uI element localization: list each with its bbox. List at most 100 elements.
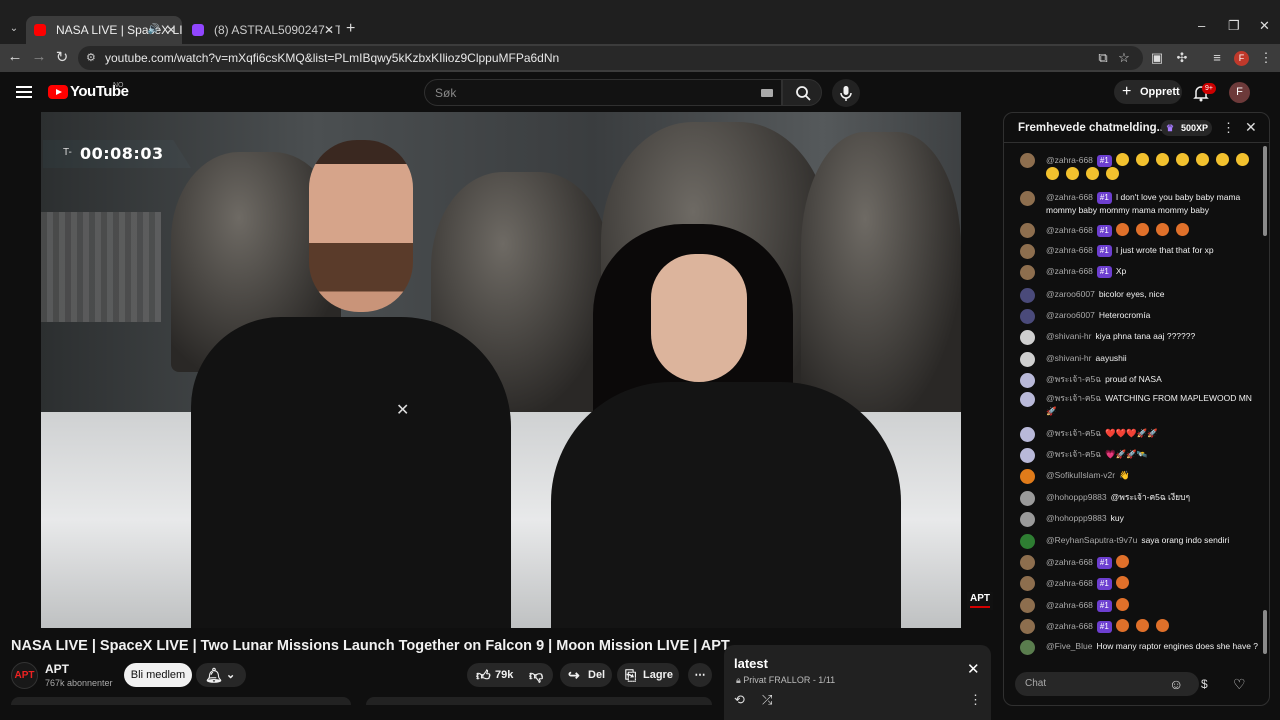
extensions-puzzle-icon[interactable]: ✣ [1173, 50, 1191, 66]
chat-author-name[interactable]: @Five_Blue [1046, 641, 1092, 651]
chat-author-avatar[interactable] [1020, 153, 1035, 168]
chat-author-name[interactable]: @hohoppp9883 [1046, 513, 1107, 523]
chat-author-name[interactable]: @shivani-hr [1046, 353, 1091, 363]
chat-author-name[interactable]: @SofikulIslam-v2r [1046, 470, 1115, 480]
new-tab-button[interactable]: + [346, 20, 355, 38]
dislike-icon[interactable]: 👎︎ [529, 663, 543, 687]
like-icon[interactable]: 👍︎ [476, 663, 491, 687]
chat-author-avatar[interactable] [1020, 576, 1035, 591]
account-avatar[interactable]: F [1229, 82, 1250, 103]
keyboard-icon[interactable] [761, 89, 773, 97]
speaker-icon[interactable]: 🔊 [148, 16, 160, 44]
chat-author-name[interactable]: @shivani-hr [1046, 331, 1091, 341]
chat-author-name[interactable]: @zahra-668 [1046, 225, 1093, 235]
close-chat-icon[interactable]: ✕ [1245, 119, 1257, 136]
chat-author-avatar[interactable] [1020, 491, 1035, 506]
bookmark-star-icon[interactable]: ☆ [1115, 50, 1133, 66]
chat-author-name[interactable]: @ReyhanSaputra-t9v7u [1046, 535, 1137, 545]
subscribe-bell-dropdown[interactable]: 🔔︎ ⌄ [196, 663, 246, 687]
chat-author-avatar[interactable] [1020, 512, 1035, 527]
like-count[interactable]: 79k [495, 663, 513, 687]
chevron-down-icon[interactable]: ⌄ [1148, 121, 1157, 134]
chat-author-name[interactable]: @zahra-668 [1046, 621, 1093, 631]
chat-author-avatar[interactable] [1020, 555, 1035, 570]
chat-author-name[interactable]: @zaroo6007 [1046, 310, 1095, 320]
tab-youtube[interactable]: NASA LIVE | SpaceX LIVE | T 🔊 ✕ [26, 16, 182, 44]
chat-author-name[interactable]: @hohoppp9883 [1046, 492, 1107, 502]
chat-scrollbar-lower[interactable] [1263, 610, 1267, 654]
more-actions-button[interactable]: ⋯ [688, 663, 712, 687]
chat-author-avatar[interactable] [1020, 619, 1035, 634]
chat-author-avatar[interactable] [1020, 598, 1035, 613]
tab-search-icon[interactable]: ⌄ [6, 20, 22, 38]
restore-button[interactable]: ❐ [1228, 18, 1240, 34]
search-button[interactable] [782, 79, 822, 106]
chat-author-name[interactable]: @zahra-668 [1046, 557, 1093, 567]
chat-author-name[interactable]: @พระเจ้า-ค5ฉ [1046, 428, 1101, 438]
video-player[interactable]: ✕ T- 00:08:03 [41, 112, 961, 628]
hamburger-menu-icon[interactable] [16, 86, 32, 98]
emoji-icon[interactable]: ☺ [1169, 676, 1183, 692]
install-app-icon[interactable]: ⧉ [1094, 50, 1112, 66]
chat-author-avatar[interactable] [1020, 448, 1035, 463]
chat-author-avatar[interactable] [1020, 352, 1035, 367]
xp-badge[interactable]: 500XP [1161, 120, 1213, 136]
chat-mode-title[interactable]: Fremhevede chatmelding... [1018, 122, 1166, 134]
chat-author-name[interactable]: @zahra-668 [1046, 578, 1093, 588]
shuffle-icon[interactable]: ⤮ [762, 692, 772, 708]
chat-author-avatar[interactable] [1020, 223, 1035, 238]
chat-author-avatar[interactable] [1020, 392, 1035, 407]
tab-twitch[interactable]: (8) ASTRAL5090247 - Twitch ✕ [184, 16, 340, 44]
share-button[interactable]: ↪ Del [560, 663, 612, 687]
chat-author-name[interactable]: @zaroo6007 [1046, 289, 1095, 299]
chat-author-name[interactable]: @zahra-668 [1046, 600, 1093, 610]
site-info-icon[interactable]: ⚙ [86, 51, 100, 65]
chat-author-avatar[interactable] [1020, 265, 1035, 280]
chat-author-avatar[interactable] [1020, 427, 1035, 442]
close-tab-icon[interactable]: ✕ [324, 16, 334, 44]
chat-author-avatar[interactable] [1020, 640, 1035, 655]
extension-icon[interactable]: ▣ [1148, 50, 1166, 66]
chat-author-name[interactable]: @พระเจ้า-ค5ฉ [1046, 374, 1101, 384]
back-button[interactable]: ← [5, 48, 25, 65]
chat-author-avatar[interactable] [1020, 309, 1035, 324]
chat-author-avatar[interactable] [1020, 373, 1035, 388]
channel-avatar[interactable]: APT [11, 662, 38, 689]
minimize-button[interactable]: – [1198, 18, 1205, 33]
chat-author-name[interactable]: @พระเจ้า-ค5ฉ [1046, 393, 1101, 403]
save-button[interactable]: ⎘ Lagre [617, 663, 679, 687]
address-bar[interactable]: ⚙ youtube.com/watch?v=mXqfi6csKMQ&list=P… [78, 46, 1143, 70]
chat-author-avatar[interactable] [1020, 330, 1035, 345]
channel-name[interactable]: APT [45, 662, 69, 676]
close-playlist-icon[interactable]: ✕ [967, 660, 980, 678]
chat-scrollbar[interactable] [1263, 146, 1267, 236]
youtube-logo-icon[interactable] [48, 85, 68, 99]
forward-button[interactable]: → [29, 48, 49, 65]
chat-author-avatar[interactable] [1020, 534, 1035, 549]
chat-author-name[interactable]: @zahra-668 [1046, 192, 1093, 202]
media-control-icon[interactable]: ≡ [1208, 50, 1226, 65]
chat-author-name[interactable]: @zahra-668 [1046, 266, 1093, 276]
playlist-menu-icon[interactable]: ⋮ [969, 692, 982, 708]
browser-profile-avatar[interactable]: F [1234, 51, 1249, 66]
create-button[interactable]: + Opprett [1114, 80, 1182, 104]
playlist-title[interactable]: latest [734, 656, 768, 671]
reload-button[interactable]: ↻ [52, 48, 72, 66]
chat-author-avatar[interactable] [1020, 469, 1035, 484]
loop-icon[interactable]: ⟲ [734, 692, 745, 708]
close-tab-icon[interactable]: ✕ [166, 16, 176, 44]
chat-author-avatar[interactable] [1020, 288, 1035, 303]
chat-author-avatar[interactable] [1020, 244, 1035, 259]
chat-author-name[interactable]: @zahra-668 [1046, 155, 1093, 165]
super-chat-icon[interactable]: $ [1201, 677, 1208, 691]
chat-menu-icon[interactable]: ⋮ [1222, 120, 1235, 136]
join-button[interactable]: Bli medlem [124, 663, 192, 687]
search-input[interactable]: Søk [424, 79, 782, 106]
chat-author-avatar[interactable] [1020, 191, 1035, 206]
chat-author-name[interactable]: @zahra-668 [1046, 245, 1093, 255]
chat-author-name[interactable]: @พระเจ้า-ค5ฉ [1046, 449, 1101, 459]
voice-search-button[interactable] [832, 79, 860, 107]
close-window-button[interactable]: ✕ [1259, 18, 1270, 34]
heart-icon[interactable]: ♡ [1233, 676, 1246, 693]
browser-menu-icon[interactable]: ⋮ [1257, 50, 1275, 66]
